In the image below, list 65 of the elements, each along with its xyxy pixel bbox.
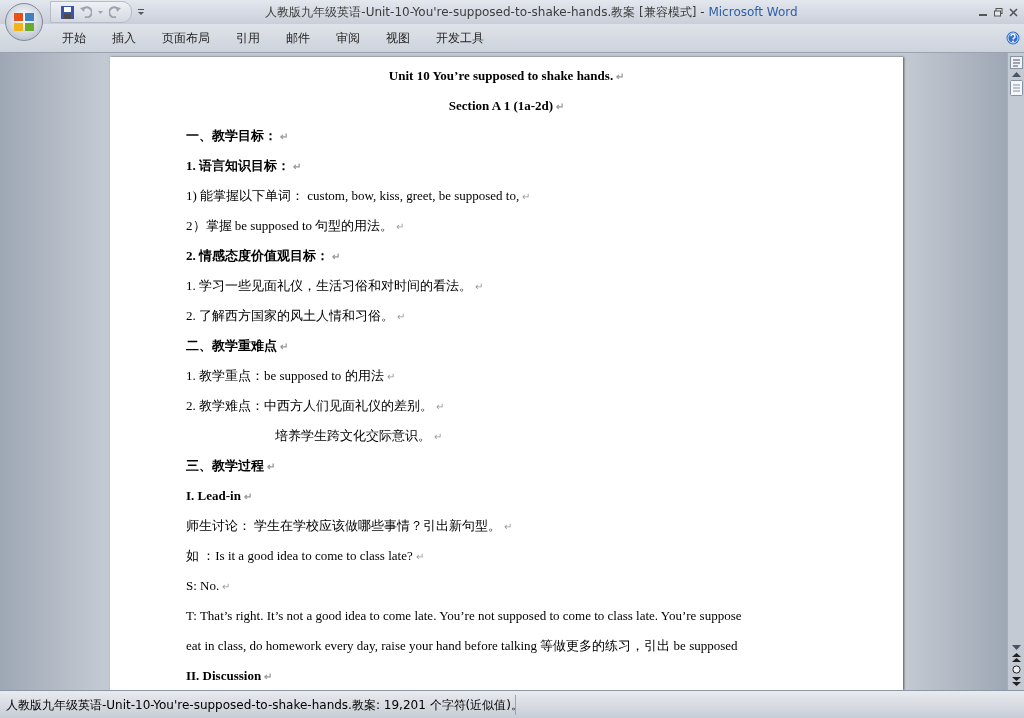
paragraph-mark: ↵ (332, 251, 340, 262)
customize-toolbar-icon[interactable] (138, 9, 144, 15)
document-title: Section A 1 (1a-2d) (448, 98, 554, 113)
paragraph-mark: ↵ (475, 281, 483, 292)
document-heading: II. Discussion (186, 668, 262, 683)
status-text: 人教版九年级英语-Unit-10-You're-supposed-to-shake-hands.教案: 19,201 个字符(近似值)。 (0, 694, 516, 715)
document-title: Unit 10 You’re supposed to shake hands. (388, 68, 614, 83)
office-logo-icon (13, 11, 35, 33)
paragraph-mark: ↵ (386, 371, 395, 382)
document-heading: 一、教学目标： (186, 128, 277, 143)
ribbon-tab[interactable]: 引用 (224, 25, 272, 51)
document-paragraph: 如 ：Is it a good idea to come to class late? (186, 548, 413, 563)
paragraph-mark: ↵ (556, 101, 565, 112)
paragraph-mark: ↵ (280, 131, 288, 142)
document-paragraph: eat in class, do homework every day, raise your hand before talking 等做更多的练习，引出 be supposed (186, 638, 738, 653)
document-heading: 2. 情感态度价值观目标： (186, 248, 329, 263)
paragraph-mark: ↵ (264, 671, 273, 682)
document-paragraph: 2. 教学难点：中西方人们见面礼仪的差别。 (186, 398, 433, 413)
next-page-icon[interactable] (1011, 677, 1021, 686)
paragraph-mark: ↵ (280, 341, 288, 352)
scroll-down-icon[interactable] (1011, 645, 1021, 650)
paragraph-mark: ↵ (415, 551, 424, 562)
close-icon[interactable] (1009, 7, 1018, 17)
window-title: 人教版九年级英语-Unit-10-You're-supposed-to-shake-hands.教案 [兼容模式] - Microsoft Word (264, 3, 799, 21)
save-icon[interactable] (61, 5, 74, 19)
paragraph-mark: ↵ (222, 581, 231, 592)
document-paragraph: S: No. (186, 578, 220, 593)
document-paragraph: 1) 能掌握以下单词： custom, bow, kiss, greet, be supposed to, (186, 188, 520, 203)
ribbon-tab[interactable]: 插入 (100, 25, 148, 51)
help-icon[interactable] (1006, 31, 1020, 45)
scroll-up-icon[interactable] (1011, 72, 1021, 77)
browse-object-icon[interactable] (1011, 665, 1021, 674)
scroll-thumb[interactable] (1009, 80, 1023, 96)
ribbon-tab[interactable]: 开发工具 (424, 25, 496, 51)
document-paragraph: T: That’s right. It’s not a good idea to come late. You’re not supposed to come to class late. You’re suppose (186, 608, 742, 623)
paragraph-mark: ↵ (522, 191, 531, 202)
ribbon-tab[interactable]: 邮件 (274, 25, 322, 51)
paragraph-mark: ↵ (504, 521, 513, 532)
document-paragraph: 培养学生跨文化交际意识。 (275, 428, 431, 443)
ribbon-tab[interactable]: 视图 (374, 25, 422, 51)
vertical-scrollbar[interactable] (1007, 53, 1024, 690)
ribbon-tab[interactable]: 审阅 (324, 25, 372, 51)
paragraph-mark: ↵ (293, 161, 301, 172)
paragraph-mark: ↵ (616, 71, 625, 82)
paragraph-mark: ↵ (397, 311, 405, 322)
document-heading: I. Lead-in (186, 488, 241, 503)
document-paragraph: 2）掌握 be supposed to 句型的用法。 (186, 218, 394, 233)
paragraph-mark: ↵ (434, 431, 442, 442)
paragraph-mark: ↵ (243, 491, 252, 502)
document-heading: 三、教学过程 (186, 458, 264, 473)
ruler-toggle-icon[interactable] (1009, 56, 1023, 69)
office-button[interactable] (5, 3, 43, 41)
document-paragraph: 1. 学习一些见面礼仪，生活习俗和对时间的看法。 (186, 278, 472, 293)
document-heading: 1. 语言知识目标： (186, 158, 290, 173)
paragraph-mark: ↵ (267, 461, 275, 472)
restore-icon[interactable] (994, 7, 1003, 17)
previous-page-icon[interactable] (1011, 653, 1021, 662)
paragraph-mark: ↵ (436, 401, 444, 412)
document-heading: 二、教学重难点 (186, 338, 277, 353)
document-paragraph: 2. 了解西方国家的风土人情和习俗。 (186, 308, 394, 323)
document-paragraph: 1. 教学重点：be supposed to 的用法 (186, 368, 384, 383)
ribbon-tab[interactable]: 开始 (50, 25, 98, 51)
ribbon-tab[interactable]: 页面布局 (150, 25, 222, 51)
paragraph-mark: ↵ (396, 221, 405, 232)
document-paragraph: 师生讨论： 学生在学校应该做哪些事情？引出新句型。 (186, 518, 502, 533)
